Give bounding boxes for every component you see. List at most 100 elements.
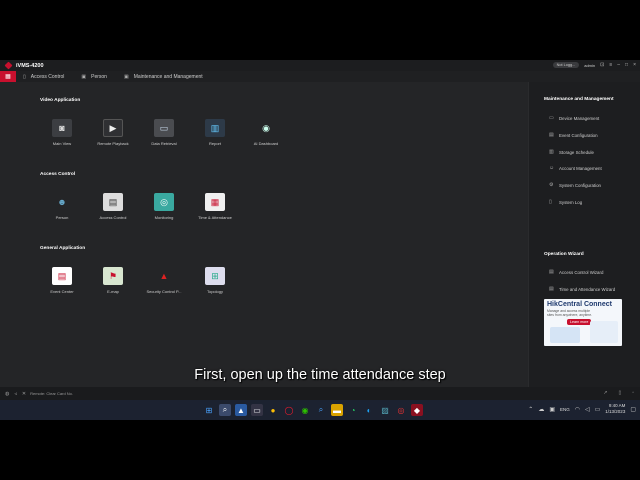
promo-title: HikCentral Connect (547, 301, 612, 308)
tile-main-view[interactable]: ◙ Main View (37, 119, 87, 146)
monitor-icon: ▭ (154, 119, 174, 137)
link-system-configuration[interactable]: ⚙ System Configuration (549, 182, 601, 188)
volume-icon[interactable]: ◁ (585, 406, 590, 413)
alarm-bell-icon[interactable]: ◍ (5, 391, 9, 397)
maximize-icon[interactable]: □ (625, 62, 628, 68)
tile-e-map[interactable]: ⚑ E-map (88, 267, 138, 294)
calendar-icon: ▦ (205, 193, 225, 211)
wizard-icon: ▤ (549, 269, 554, 275)
home-button[interactable]: ▦ (0, 71, 16, 82)
link-label: System Log (559, 199, 583, 205)
menu-icon[interactable]: ≡ (609, 62, 612, 68)
storage-icon: ▥ (549, 149, 554, 155)
login-status[interactable]: Not Logg... (552, 62, 580, 68)
link-label: Time and Attendance Wizard (559, 286, 616, 292)
search-app-icon[interactable]: ⌕ (315, 404, 327, 416)
network-app-icon[interactable]: ▨ (379, 404, 391, 416)
edge-icon[interactable]: ◐ (363, 404, 375, 416)
tile-person[interactable]: ☻ Person (37, 193, 87, 220)
section-title-general: General Application (40, 246, 86, 251)
link-device-management[interactable]: ▭ Device Management (549, 115, 599, 121)
minimize-icon[interactable]: – (617, 62, 620, 68)
expand-icon[interactable]: ▫ (632, 390, 634, 396)
tab-person[interactable]: ▣ Person (81, 74, 107, 80)
link-storage-schedule[interactable]: ▥ Storage Schedule (549, 149, 594, 155)
status-text: Remote: Clear Card No. (30, 391, 73, 396)
grid-icon: ▦ (5, 74, 11, 80)
tile-label: Data Retrieval (151, 141, 177, 146)
wrench-icon: ▣ (123, 73, 129, 80)
door-icon: ▤ (103, 193, 123, 211)
windows-taskbar: ⊞ ⌕ ▲ ▭ ● ◯ ◉ ⌕ ▬ ◔ ◐ ▨ ◎ ◆ ⌃ ☁ ▣ ENG ◠ … (0, 400, 640, 420)
chrome-icon[interactable]: ● (267, 404, 279, 416)
tile-ai-dashboard[interactable]: ◉ AI Dashboard (241, 119, 291, 147)
tile-label: Person (55, 215, 69, 220)
tile-security-control[interactable]: ▲ Security Control P... (139, 267, 189, 294)
windows-start-icon[interactable]: ⊞ (203, 404, 215, 416)
photos-icon[interactable]: ▲ (235, 404, 247, 416)
wizard-icon: ▤ (549, 286, 554, 292)
promo-illustration (590, 321, 618, 343)
opera-icon[interactable]: ◯ (283, 404, 295, 416)
link-event-configuration[interactable]: ▤ Event Configuration (549, 132, 598, 138)
wechat-icon[interactable]: ◉ (299, 404, 311, 416)
clock[interactable]: 9:40 AM 1/13/2023 (605, 403, 625, 415)
tile-time-attendance[interactable]: ▦ Time & Attendance (190, 193, 240, 220)
app-tray-icon[interactable]: ▣ (549, 406, 555, 413)
window-icon[interactable]: ▯ (618, 390, 621, 396)
tab-bar: ▦ ▯ Access Control ▣ Person ▣ Maintenanc… (0, 71, 640, 82)
pin-icon[interactable]: ↗ (603, 390, 607, 396)
app-window: iVMS-4200 Not Logg... admin ⊡ ≡ – □ × ▦ … (0, 60, 640, 400)
app-logo-icon (4, 61, 13, 70)
camera-icon: ◙ (52, 119, 72, 137)
promo-illustration (550, 327, 580, 343)
link-time-attendance-wizard[interactable]: ▤ Time and Attendance Wizard (549, 286, 615, 292)
close-icon[interactable]: × (633, 62, 636, 68)
tile-access-control[interactable]: ▤ Access Control (88, 193, 138, 220)
link-account-management[interactable]: ☺ Account Management (549, 165, 602, 171)
event-config-icon: ▤ (549, 132, 554, 138)
tab-access-control[interactable]: ▯ Access Control (23, 74, 64, 80)
letterbox-top (0, 0, 640, 60)
tile-label: Monitoring (154, 215, 174, 220)
battery-icon[interactable]: ▭ (595, 406, 601, 413)
user-menu[interactable]: admin (584, 63, 595, 68)
event-center-icon: ▤ (52, 267, 72, 285)
tile-label: Time & Attendance (198, 215, 232, 220)
tab-maintenance[interactable]: ▣ Maintenance and Management (124, 74, 203, 80)
tile-monitoring[interactable]: ◎ Monitoring (139, 193, 189, 220)
tile-report[interactable]: ▥ Report (190, 119, 240, 146)
taskbar-apps: ⊞ ⌕ ▲ ▭ ● ◯ ◉ ⌕ ▬ ◔ ◐ ▨ ◎ ◆ (203, 404, 423, 416)
hikcentral-promo-banner[interactable]: HikCentral Connect Manage and access mul… (544, 299, 622, 346)
ivms-taskbar-icon[interactable]: ◆ (411, 404, 423, 416)
learn-more-button[interactable]: Learn more (567, 319, 592, 325)
wifi-icon[interactable]: ◠ (575, 406, 580, 413)
file-explorer-icon[interactable]: ▬ (331, 404, 343, 416)
cloud-icon[interactable]: ☁ (538, 406, 544, 413)
title-bar: iVMS-4200 Not Logg... admin ⊡ ≡ – □ × (0, 60, 640, 71)
task-view-icon[interactable]: ▭ (251, 404, 263, 416)
sound-icon[interactable]: ◃ (14, 391, 17, 397)
tile-data-retrieval[interactable]: ▭ Data Retrieval (139, 119, 189, 146)
account-icon: ☺ (549, 165, 555, 171)
gear-icon: ⚙ (549, 182, 554, 188)
report-chart-icon: ▥ (205, 119, 225, 137)
link-label: Access Control Wizard (559, 269, 604, 275)
tile-event-center[interactable]: ▤ Event Center (37, 267, 87, 294)
link-system-log[interactable]: ▯ System Log (549, 199, 582, 205)
search-icon[interactable]: ⌕ (219, 404, 231, 416)
lock-icon[interactable]: ⊡ (600, 62, 604, 68)
promo-subtitle: Manage and access multiple sites from an… (547, 309, 593, 317)
topology-icon: ⊞ (205, 267, 225, 285)
link-access-control-wizard[interactable]: ▤ Access Control Wizard (549, 269, 603, 275)
chevron-up-icon[interactable]: ⌃ (528, 406, 533, 413)
tile-topology[interactable]: ⊞ Topology (190, 267, 240, 294)
right-panel: Maintenance and Management ▭ Device Mana… (528, 82, 640, 387)
recording-app-icon[interactable]: ◎ (395, 404, 407, 416)
tools-icon[interactable]: ✕ (22, 391, 26, 397)
whatsapp-icon[interactable]: ◔ (347, 404, 359, 416)
notification-icon[interactable]: ▢ (630, 406, 636, 413)
tile-remote-playback[interactable]: ▶ Remote Playback (88, 119, 138, 146)
tile-label: Security Control P... (146, 289, 182, 294)
language-indicator[interactable]: ENG (560, 407, 570, 412)
